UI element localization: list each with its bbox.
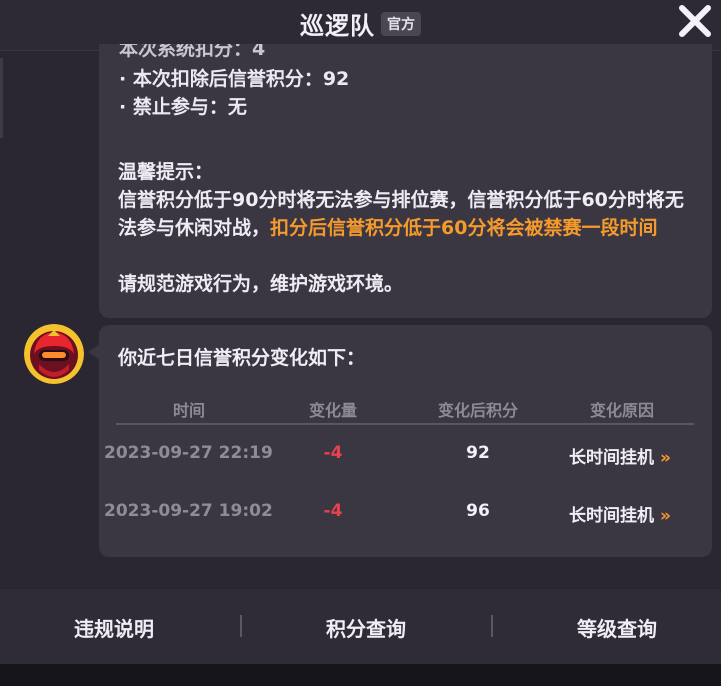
tips-body: 信誉积分低于90分时将无法参与排位赛，信誉积分低于60分时将无法参与休闲对战，扣…	[118, 186, 698, 242]
bottom-strip	[0, 664, 721, 686]
double-chevron-right-icon[interactable]: »	[660, 506, 671, 526]
notice-line-partial: 本次系统扣分：4	[119, 44, 266, 60]
tips-highlight: 扣分后信誉积分低于60分将会被禁赛一段时间	[270, 217, 658, 239]
closing-text: 请规范游戏行为，维护游戏环境。	[118, 273, 404, 295]
footer-divider	[240, 615, 242, 637]
header-divider	[116, 423, 694, 425]
dialog-title: 巡逻队	[300, 12, 375, 40]
history-title: 你近七日信誉积分变化如下：	[118, 347, 366, 369]
bubble-tail	[88, 345, 99, 359]
notice-line-ban: · 禁止参与：无	[119, 96, 247, 118]
title-wrap: 巡逻队 官方	[0, 6, 721, 41]
row-change: -4	[323, 443, 343, 463]
row-reason-label: 长时间挂机	[569, 506, 654, 526]
double-chevron-right-icon[interactable]: »	[660, 448, 671, 468]
row-reason[interactable]: 长时间挂机 »	[569, 443, 671, 468]
warm-tips: 温馨提示： 信誉积分低于90分时将无法参与排位赛，信誉积分低于60分时将无法参与…	[118, 158, 698, 298]
row-reason[interactable]: 长时间挂机 »	[569, 501, 671, 526]
row-after-score: 96	[466, 501, 490, 521]
row-after-score: 92	[466, 443, 490, 463]
footer-divider	[491, 615, 493, 637]
notice-line-after-score: · 本次扣除后信誉积分：92	[119, 68, 350, 90]
avatar[interactable]	[24, 324, 84, 384]
row-time: 2023-09-27 22:19	[104, 443, 273, 463]
col-time-header: 时间	[172, 401, 206, 420]
level-query-button[interactable]: 等级查询	[577, 613, 657, 642]
row-change: -4	[323, 501, 343, 521]
rules-button[interactable]: 违规说明	[74, 613, 154, 642]
points-query-button[interactable]: 积分查询	[326, 613, 406, 642]
tips-title: 温馨提示：	[118, 161, 214, 183]
official-badge: 官方	[381, 11, 421, 36]
col-reason-header: 变化原因	[589, 401, 655, 420]
score-history-message: 你近七日信誉积分变化如下： 时间 变化量 变化后积分 变化原因 2023-09-…	[99, 325, 712, 557]
notice-message: 本次系统扣分：4 · 本次扣除后信誉积分：92 · 禁止参与：无 温馨提示： 信…	[99, 44, 712, 318]
col-after-header: 变化后积分	[437, 401, 519, 420]
scroll-edge	[0, 58, 3, 138]
row-reason-label: 长时间挂机	[569, 448, 654, 468]
row-time: 2023-09-27 19:02	[104, 501, 273, 521]
close-icon[interactable]	[676, 2, 714, 40]
col-change-header: 变化量	[308, 401, 358, 420]
